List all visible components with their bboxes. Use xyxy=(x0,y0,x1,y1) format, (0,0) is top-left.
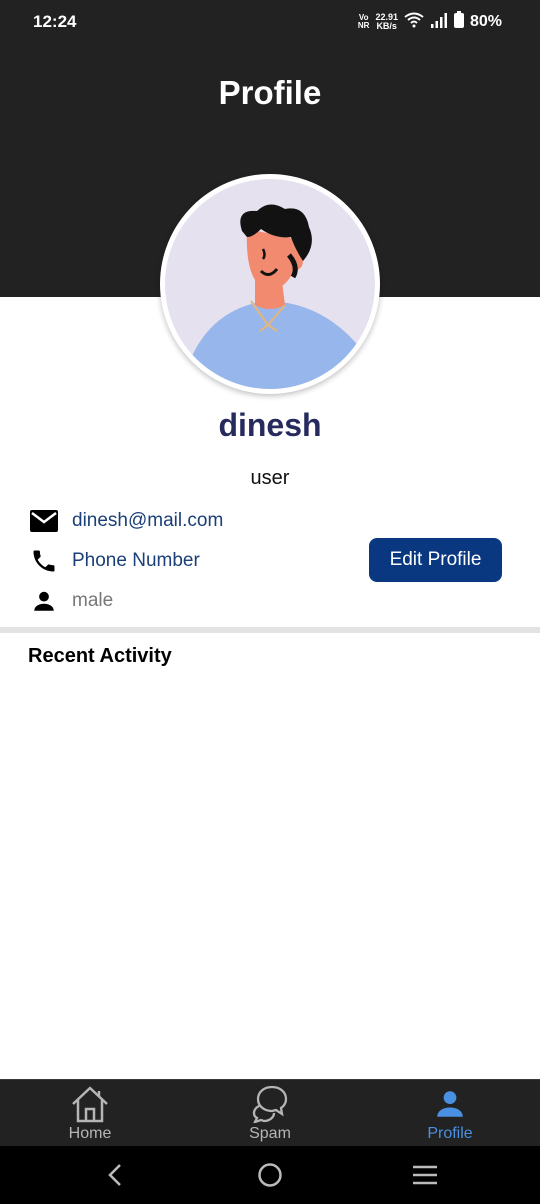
wifi-icon xyxy=(404,12,424,33)
system-nav-bar xyxy=(0,1146,540,1204)
profile-role: user xyxy=(250,467,290,489)
network-speed: 22.91 KB/s xyxy=(375,13,398,31)
menu-icon[interactable] xyxy=(410,1160,440,1190)
gender-text: male xyxy=(72,590,114,611)
phone-text[interactable]: Phone Number xyxy=(72,550,200,572)
nav-spam[interactable]: Spam xyxy=(210,1080,330,1147)
vonr-bottom: NR xyxy=(357,21,370,30)
mail-icon xyxy=(28,505,60,537)
avatar xyxy=(160,174,380,394)
section-divider xyxy=(0,627,540,633)
nav-profile-label: Profile xyxy=(427,1125,473,1142)
back-icon[interactable] xyxy=(100,1160,130,1190)
email-text[interactable]: dinesh@mail.com xyxy=(72,510,223,532)
bottom-nav: Home Spam Profile xyxy=(0,1079,540,1146)
page-title: Profile xyxy=(218,74,322,111)
status-bar: 12:24 Vo NR 22.91 KB/s 80% xyxy=(0,0,540,44)
edit-profile-button[interactable]: Edit Profile xyxy=(369,538,502,582)
speed-unit: KB/s xyxy=(376,21,397,31)
person-icon xyxy=(433,1084,467,1124)
battery-icon xyxy=(453,11,464,33)
battery-percent: 80% xyxy=(469,13,502,30)
nav-home[interactable]: Home xyxy=(30,1080,150,1147)
vonr-indicator: Vo NR xyxy=(358,14,370,30)
profile-name: dinesh xyxy=(218,407,322,443)
chat-bubble-icon xyxy=(250,1084,290,1124)
home-icon xyxy=(70,1084,110,1124)
signal-icon xyxy=(430,12,448,33)
nav-home-label: Home xyxy=(68,1125,112,1142)
nav-profile[interactable]: Profile xyxy=(390,1080,510,1147)
phone-row: Phone Number xyxy=(28,545,200,577)
avatar-illustration xyxy=(165,179,375,389)
status-time: 12:24 xyxy=(33,12,77,31)
gender-row: male xyxy=(28,585,113,617)
email-row: dinesh@mail.com xyxy=(28,505,223,537)
nav-spam-label: Spam xyxy=(249,1125,291,1142)
person-icon xyxy=(28,585,60,617)
recent-activity-title: Recent Activity xyxy=(28,645,172,667)
phone-icon xyxy=(28,545,60,577)
status-icons: Vo NR 22.91 KB/s 80% xyxy=(358,11,502,33)
home-circle-icon[interactable] xyxy=(255,1160,285,1190)
